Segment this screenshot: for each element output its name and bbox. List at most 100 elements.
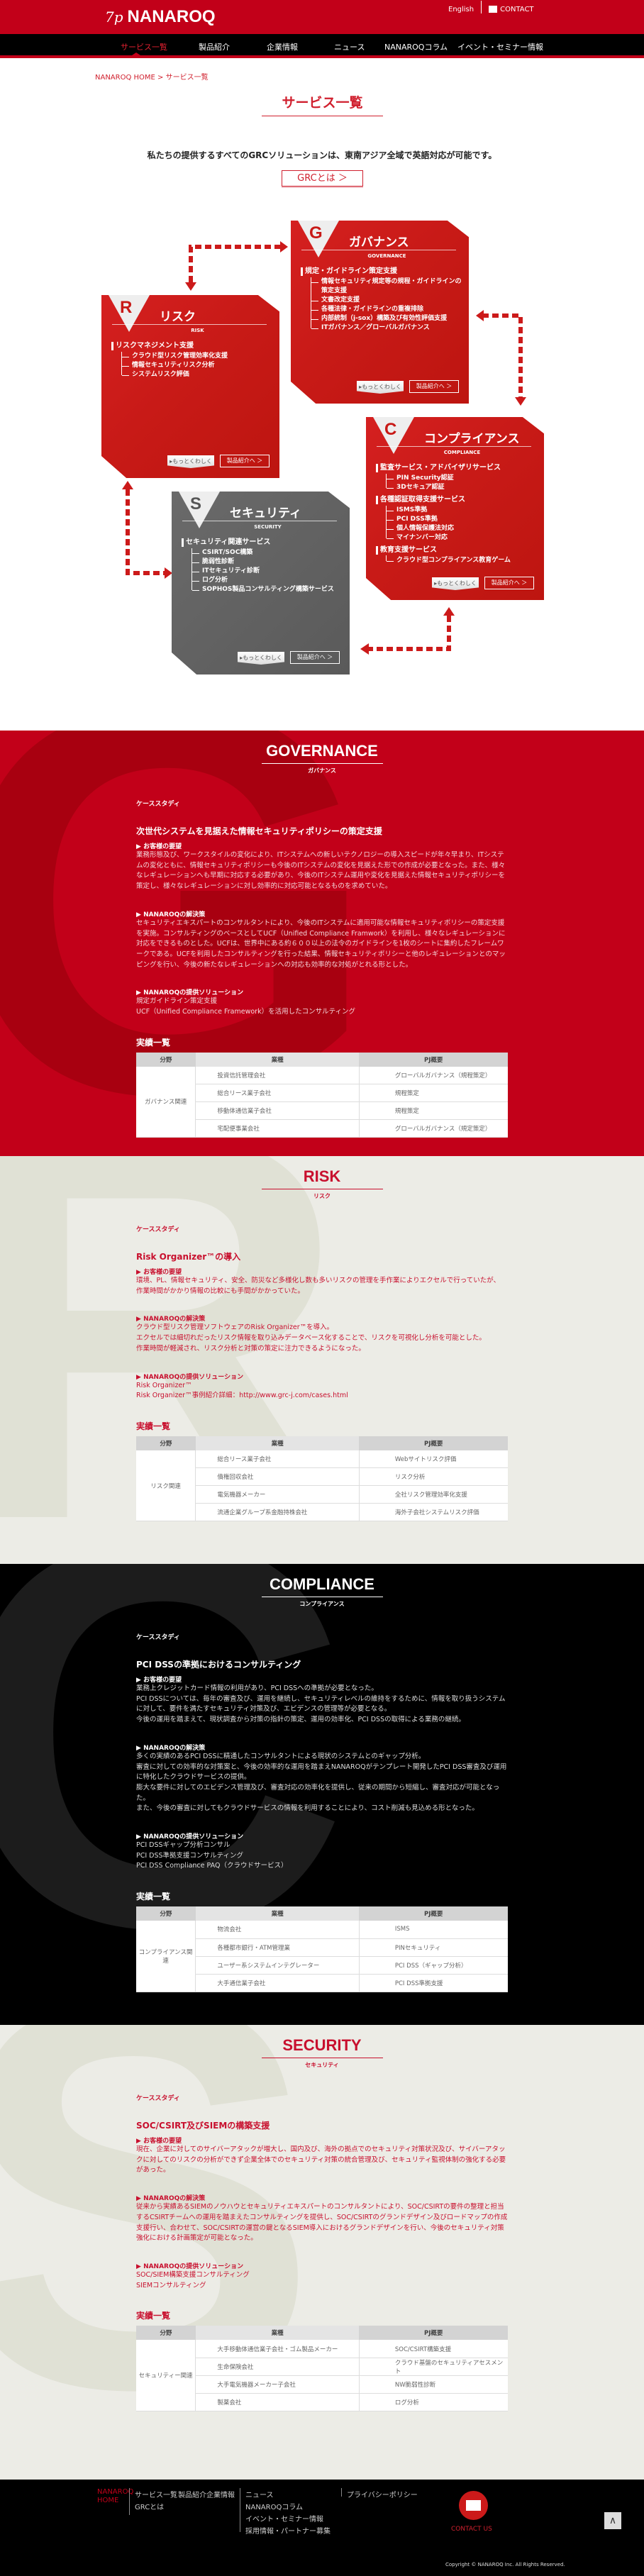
results-table: 分野 業種 PJ概要 コンプライアンス関連 物流会社 ISMS 各種都市銀行・ATM管理業 P… xyxy=(136,1906,508,1992)
table-cell-industry: 大手電気機器メーカー子会社 xyxy=(195,2375,360,2394)
offer-item: UCF（Unified Compliance Framework）を活用したコン… xyxy=(136,1008,356,1016)
service-group: 各種認証取得支援サービス ISMS準拠 PCI DSS準拠 個人情報保護法対応 マイナン… xyxy=(376,496,538,543)
solution-text: 審査に対しての効率的な対策案と、今後の効率的な運用を踏まえNANAROQがテンプ… xyxy=(136,1762,507,1782)
footer-link[interactable]: サービス一覧 xyxy=(135,2489,177,2499)
service-group: 監査サービス・アドバイザリサービス PIN Security認証 3Dセキュア認証 xyxy=(376,464,538,492)
service-item: クラウド型コンプライアンス教育ゲーム xyxy=(386,555,538,565)
more-details-button[interactable]: ▸もっとくわしく xyxy=(432,577,479,590)
service-group: リスクマネジメント支援 クラウド型リスク管理効率化支援 情報セキュリティリスク分析シ… xyxy=(111,342,274,379)
arrow-security-risk xyxy=(126,489,165,575)
arrowhead-icon xyxy=(165,567,172,579)
results-label: 実績一覧 xyxy=(136,1037,171,1048)
arrowhead-icon xyxy=(185,282,196,291)
section-risk: RRISKリスクケーススタディRisk Organizer™の導入お客様の要望環… xyxy=(0,1156,644,1564)
footer-link[interactable]: イベント・セミナー情報 xyxy=(245,2513,323,2524)
product-intro-button[interactable]: 製品紹介へ ＞ xyxy=(220,455,270,467)
offer-item: Risk Organizer™ xyxy=(136,1381,192,1389)
results-table: 分野 業種 PJ概要 リスク関連 総合リース業子会社 Webサイトリスク評価 債権回収会社リ… xyxy=(136,1436,508,1522)
back-to-top-button[interactable]: ∧ xyxy=(604,2512,621,2529)
section-title: SECURITY xyxy=(261,2036,383,2058)
solution-text: エクセルでは細切れだったリスク情報を取り込みデータベース化することで、リスクを可… xyxy=(136,1334,486,1343)
service-item: ITガバナンス／グローバルガバナンス xyxy=(311,323,463,333)
service-item: システムリスク評価 xyxy=(121,370,274,379)
contact-us-label[interactable]: CONTACT US xyxy=(451,2526,492,2533)
footer-link[interactable]: ニュース xyxy=(245,2489,274,2499)
product-intro-button[interactable]: 製品紹介へ ＞ xyxy=(409,380,459,393)
service-item: 情報セキュリティ規定等の規程・ガイドラインの策定支援 xyxy=(311,277,463,296)
more-details-button[interactable]: ▸もっとくわしく xyxy=(357,381,404,394)
product-intro-button[interactable]: 製品紹介へ ＞ xyxy=(290,651,340,664)
footer-home-link[interactable]: NANAROQ HOME xyxy=(97,2488,133,2505)
more-details-button[interactable]: ▸もっとくわしく xyxy=(238,652,284,665)
table-cell-summary: PCI DSS（ギャップ分析） xyxy=(358,1956,508,1975)
offer-label: NANAROQの提供ソリューション xyxy=(136,987,508,996)
card-letter: C xyxy=(384,420,397,439)
footer-link[interactable]: NANAROQコラム xyxy=(245,2501,303,2511)
solution-label: NANAROQの解決策 xyxy=(136,2193,508,2202)
footer-privacy-link[interactable]: プライバシーポリシー xyxy=(347,2489,418,2499)
footer-link[interactable]: 製品紹介 xyxy=(178,2489,206,2499)
arrowhead-icon xyxy=(280,241,288,252)
arrowhead-icon xyxy=(443,607,455,616)
needs-text: 業務上クレジットカード情報の利用があり、PCI DSSへの準拠が必要となった。 xyxy=(136,1684,378,1692)
table-header: PJ概要 xyxy=(359,1436,508,1450)
table-header: 分野 xyxy=(136,1906,196,1921)
footer-link[interactable]: GRCとは xyxy=(135,2501,164,2511)
card-subtitle: RISK xyxy=(191,328,204,333)
table-cell-industry: 宅配便事業会社 xyxy=(195,1119,360,1138)
results-label: 実績一覧 xyxy=(136,2311,171,2321)
service-group-heading: セキュリティ関連サービス xyxy=(182,538,344,547)
offer-item: PCI DSS Compliance PAQ（クラウドサービス） xyxy=(136,1862,288,1870)
table-cell-industry: 移動体通信業子会社 xyxy=(195,1101,360,1121)
copyright: Copyright © NANAROQ Inc. All Rights Rese… xyxy=(445,2562,565,2567)
footer-link[interactable]: 企業情報 xyxy=(206,2489,235,2499)
card-service-list: 監査サービス・アドバイザリサービス PIN Security認証 3Dセキュア認証各… xyxy=(376,464,538,569)
product-intro-button[interactable]: 製品紹介へ ＞ xyxy=(484,577,534,589)
service-item: 3Dセキュア認証 xyxy=(386,482,538,492)
needs-label: お客様の要望 xyxy=(136,1675,508,1684)
arrowhead-icon xyxy=(476,310,484,321)
service-group-heading: 規定・ガイドライン策定支援 xyxy=(301,267,463,276)
more-details-button[interactable]: ▸もっとくわしく xyxy=(167,455,214,468)
service-item: 内部統制（j-sox）構築及び有効性評価支援 xyxy=(311,314,463,323)
service-item: PIN Security認証 xyxy=(386,474,538,483)
service-group: 規定・ガイドライン策定支援 情報セキュリティ規定等の規程・ガイドラインの策定支援文… xyxy=(301,267,463,333)
contact-us-button[interactable] xyxy=(459,2491,488,2520)
section-subtitle: コンプライアンス xyxy=(299,1601,345,1607)
table-cell-summary: Webサイトリスク評価 xyxy=(358,1450,508,1469)
offer-label: NANAROQの提供ソリューション xyxy=(136,1372,508,1381)
results-label: 実績一覧 xyxy=(136,1421,171,1431)
needs-text: 現在、企業に対してのサイバーアタックが増大し、国内及び、海外の拠点でのセキュリテ… xyxy=(136,2145,506,2175)
table-header: 業種 xyxy=(195,1436,360,1450)
divider xyxy=(341,2488,342,2497)
needs-text: PCI DSSについては、毎年の審査及び、運用を継続し、セキュリティレベルの維持… xyxy=(136,1694,506,1714)
arrow-governance-compliance xyxy=(482,313,523,397)
service-item: SOPHOS製品コンサルティング構築サービス xyxy=(191,584,344,594)
card-title: コンプライアンス xyxy=(424,432,520,446)
table-category: コンプライアンス関連 xyxy=(136,1921,196,1992)
solution-text: 従来から実績あるSIEMのノウハウとセキュリティエキスパートのコンサルタントによ… xyxy=(136,2203,508,2243)
table-header-row: 分野 業種 PJ概要 xyxy=(136,2326,508,2341)
table-cell-industry: 各種都市銀行・ATM管理業 xyxy=(195,1938,360,1957)
service-group: 教育支援サービス クラウド型コンプライアンス教育ゲーム xyxy=(376,546,538,565)
offer-item: SIEMコンサルティング xyxy=(136,2281,206,2289)
service-group: セキュリティ関連サービス CSIRT/SOC構築 脆弱性診断 ITセキュリティ診断 ログ… xyxy=(182,538,344,594)
results-label: 実績一覧 xyxy=(136,1892,171,1902)
card-title: リスク xyxy=(160,310,196,324)
card-title: セキュリティ xyxy=(230,506,301,521)
needs-label: お客様の要望 xyxy=(136,2136,508,2145)
table-cell-industry: 総合リース業子会社 xyxy=(195,1450,360,1469)
card-title: ガバナンス xyxy=(349,235,409,250)
table-cell-summary: SOC/CSIRT構築支援 xyxy=(358,2340,508,2358)
table-header: PJ概要 xyxy=(359,1906,508,1921)
service-card-security: S セキュリティ SECURITY セキュリティ関連サービス CSIRT/SOC構築 脆弱… xyxy=(172,492,350,674)
arrow-risk-governance xyxy=(189,245,280,282)
table-header-row: 分野 業種 PJ概要 xyxy=(136,1436,508,1450)
service-item: ログ分析 xyxy=(191,576,344,585)
table-row: セキュリティー関連 大手移動体通信業子会社・ゴム製品メーカー SOC/CSIRT構築… xyxy=(136,2340,508,2411)
footer-link[interactable]: 採用情報・パートナー募集 xyxy=(245,2525,331,2536)
